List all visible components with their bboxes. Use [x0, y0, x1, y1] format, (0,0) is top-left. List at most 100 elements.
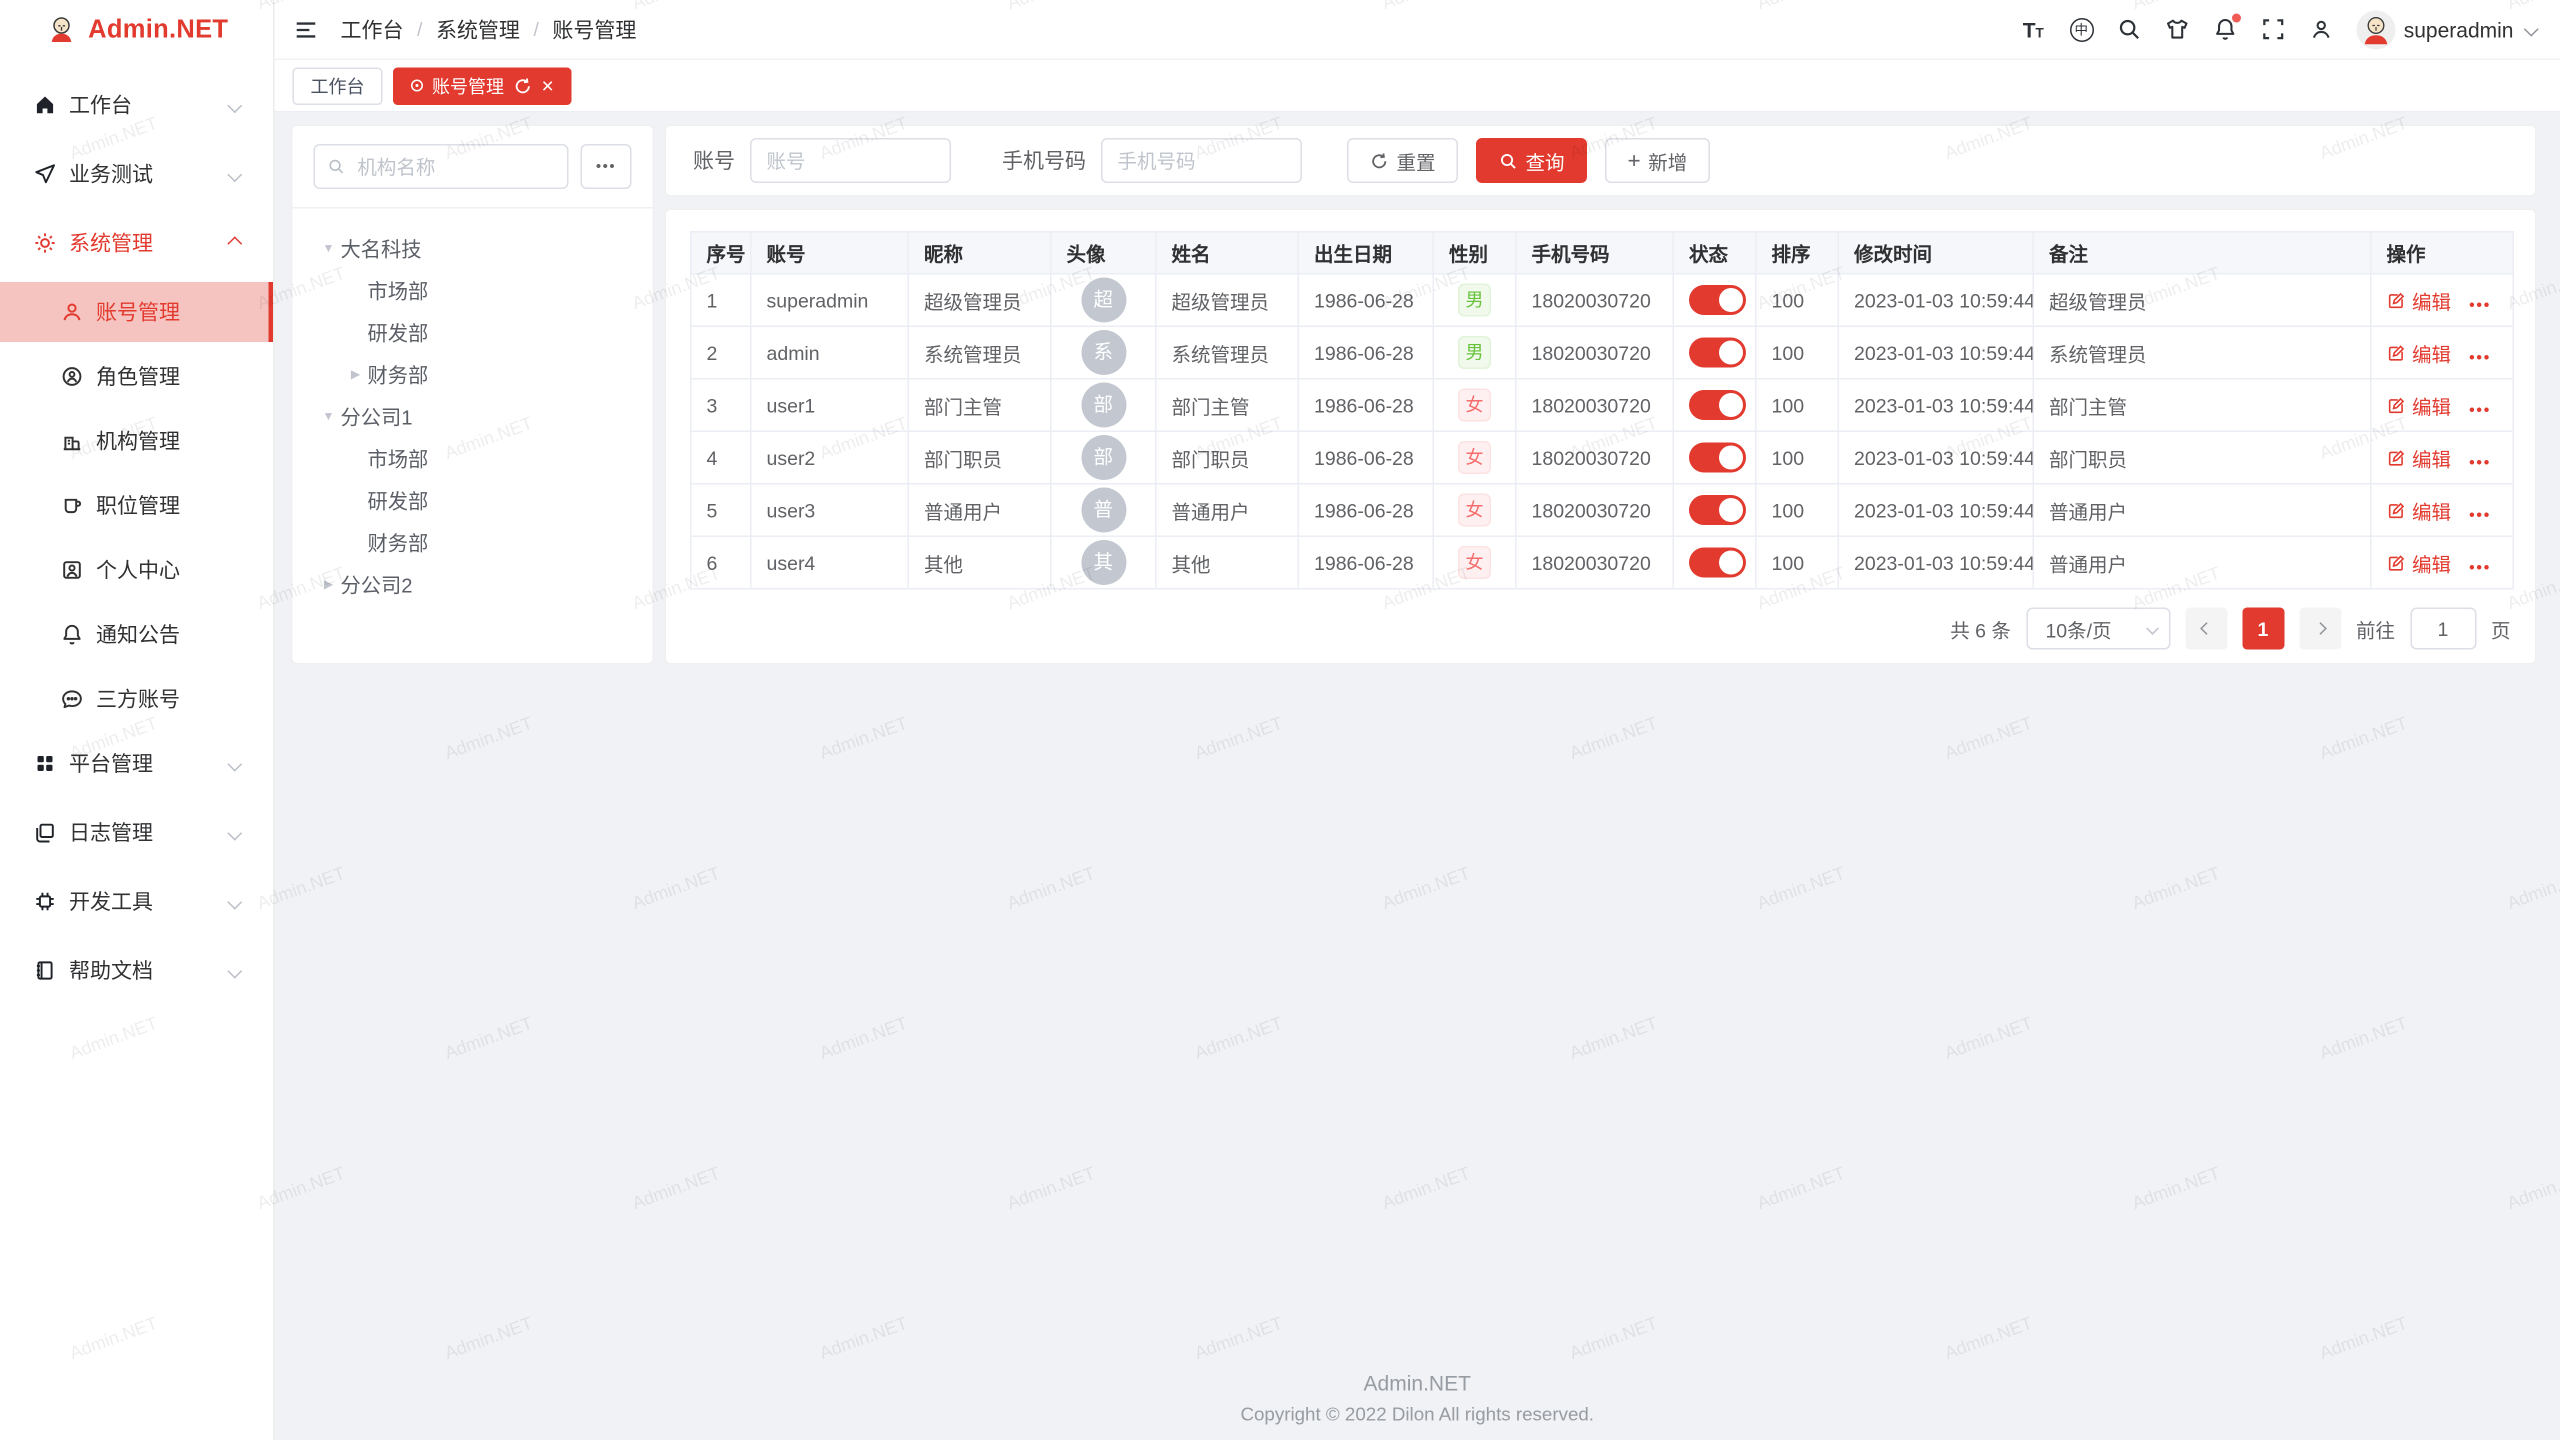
- status-toggle[interactable]: [1689, 338, 1746, 368]
- edit-button[interactable]: 编辑: [2387, 338, 2452, 367]
- account-table-panel: 序号 账号 昵称 头像 姓名 出生日期 性别 手机号码 状态 排序 修改时间: [665, 209, 2536, 665]
- sidebar-item-dev-tools[interactable]: 开发工具: [0, 872, 273, 932]
- refresh-icon[interactable]: [513, 76, 533, 96]
- sidebar-item-account-mgmt[interactable]: 账号管理: [0, 282, 273, 342]
- sidebar-item-label: 帮助文档: [69, 956, 153, 986]
- org-tree-header: •••: [293, 126, 653, 209]
- column-header: 修改时间: [1838, 232, 2033, 274]
- filter-bar: 账号 手机号码 重置 查询: [665, 125, 2536, 197]
- tree-node[interactable]: ▶分公司2: [302, 563, 644, 605]
- sidebar-item-label: 职位管理: [96, 491, 180, 521]
- tree-more-button[interactable]: •••: [581, 144, 632, 189]
- gender-badge: 女: [1458, 546, 1491, 579]
- sidebar-item-position-mgmt[interactable]: 职位管理: [0, 476, 273, 536]
- page-size-select[interactable]: 10条/页: [2026, 608, 2170, 650]
- theme-icon[interactable]: [2164, 16, 2191, 43]
- column-header: 账号: [751, 232, 909, 274]
- phone-input[interactable]: [1101, 138, 1302, 183]
- sidebar-item-personal-center[interactable]: 个人中心: [0, 540, 273, 600]
- query-button[interactable]: 查询: [1476, 138, 1587, 183]
- goto-page-input[interactable]: [2410, 608, 2476, 650]
- edit-button[interactable]: 编辑: [2387, 496, 2452, 525]
- tab-account-mgmt[interactable]: 账号管理 ×: [393, 67, 572, 105]
- column-header: 姓名: [1156, 232, 1299, 274]
- sidebar-item-system-mgmt[interactable]: 系统管理: [0, 213, 273, 273]
- search-icon[interactable]: [2116, 16, 2143, 43]
- tree-node[interactable]: 市场部: [302, 437, 644, 479]
- more-actions-icon[interactable]: •••: [2469, 349, 2491, 367]
- more-actions-icon[interactable]: •••: [2469, 401, 2491, 419]
- plus-icon: +: [1628, 149, 1641, 172]
- gender-badge: 男: [1458, 284, 1491, 317]
- next-page-button[interactable]: [2299, 608, 2341, 650]
- breadcrumb-item[interactable]: 工作台: [341, 14, 404, 44]
- gender-badge: 女: [1458, 441, 1491, 474]
- profile-icon[interactable]: [2308, 16, 2335, 43]
- filter-buttons: 重置 查询 + 新增: [1347, 138, 1710, 183]
- status-toggle[interactable]: [1689, 390, 1746, 420]
- logo[interactable]: Admin.NET: [0, 0, 273, 60]
- account-input[interactable]: [750, 138, 951, 183]
- logs-icon: [33, 821, 57, 845]
- tree-node[interactable]: 研发部: [302, 479, 644, 521]
- org-search-input[interactable]: [354, 154, 555, 180]
- breadcrumb-item[interactable]: 系统管理: [436, 14, 520, 44]
- status-toggle[interactable]: [1689, 548, 1746, 578]
- sidebar-item-notice[interactable]: 通知公告: [0, 605, 273, 665]
- more-actions-icon[interactable]: •••: [2469, 454, 2491, 472]
- tree-node[interactable]: 市场部: [302, 269, 644, 311]
- edit-button[interactable]: 编辑: [2387, 391, 2452, 420]
- more-actions-icon[interactable]: •••: [2469, 506, 2491, 524]
- user-dropdown[interactable]: superadmin: [2356, 10, 2536, 49]
- reset-button[interactable]: 重置: [1347, 138, 1458, 183]
- sidebar-item-label: 通知公告: [96, 620, 180, 650]
- caret-collapsed-icon[interactable]: ▶: [317, 577, 341, 591]
- avatar: 其: [1081, 540, 1126, 585]
- tree-node[interactable]: ▼大名科技: [302, 227, 644, 269]
- sidebar: Admin.NET 工作台 业务测试: [0, 0, 275, 1440]
- sidebar-item-role-mgmt[interactable]: 角色管理: [0, 347, 273, 407]
- add-button[interactable]: + 新增: [1605, 138, 1710, 183]
- caret-expanded-icon[interactable]: ▼: [317, 241, 341, 255]
- close-icon[interactable]: ×: [542, 75, 554, 96]
- edit-icon: [2387, 553, 2407, 573]
- sidebar-item-log-mgmt[interactable]: 日志管理: [0, 803, 273, 863]
- gender-badge: 女: [1458, 494, 1491, 527]
- edit-button[interactable]: 编辑: [2387, 548, 2452, 577]
- language-icon[interactable]: 中: [2068, 16, 2095, 43]
- tab-workbench[interactable]: 工作台: [293, 67, 383, 105]
- edit-button[interactable]: 编辑: [2387, 443, 2452, 472]
- header-actions: TT 中: [2020, 10, 2536, 49]
- tree-node[interactable]: 研发部: [302, 311, 644, 353]
- sidebar-item-thirdparty-account[interactable]: 三方账号: [0, 669, 273, 729]
- sidebar-item-biz-test[interactable]: 业务测试: [0, 144, 273, 204]
- fullscreen-icon[interactable]: [2260, 16, 2287, 43]
- status-toggle[interactable]: [1689, 495, 1746, 525]
- edit-button[interactable]: 编辑: [2387, 286, 2452, 315]
- sidebar-item-label: 日志管理: [69, 818, 153, 848]
- status-toggle[interactable]: [1689, 443, 1746, 473]
- status-toggle[interactable]: [1689, 285, 1746, 315]
- caret-collapsed-icon[interactable]: ▶: [344, 367, 368, 381]
- more-actions-icon[interactable]: •••: [2469, 296, 2491, 314]
- edit-icon: [2387, 448, 2407, 468]
- chevron-down-icon: [227, 98, 242, 113]
- tree-node[interactable]: 财务部: [302, 521, 644, 563]
- tree-node[interactable]: ▶财务部: [302, 353, 644, 395]
- caret-expanded-icon[interactable]: ▼: [317, 409, 341, 423]
- prev-page-button[interactable]: [2185, 608, 2227, 650]
- sidebar-item-workbench[interactable]: 工作台: [0, 75, 273, 135]
- sidebar-item-org-mgmt[interactable]: 机构管理: [0, 411, 273, 471]
- sidebar-item-platform-mgmt[interactable]: 平台管理: [0, 734, 273, 794]
- font-size-icon[interactable]: TT: [2020, 16, 2047, 43]
- current-page-button[interactable]: 1: [2242, 608, 2284, 650]
- more-actions-icon[interactable]: •••: [2469, 559, 2491, 577]
- tree-node[interactable]: ▼分公司1: [302, 395, 644, 437]
- sidebar-item-help-docs[interactable]: 帮助文档: [0, 941, 273, 1001]
- account-label: 账号: [693, 146, 735, 176]
- notification-bell-icon[interactable]: [2212, 16, 2239, 43]
- menu-fold-icon[interactable]: [293, 16, 320, 43]
- column-header: 手机号码: [1516, 232, 1674, 274]
- user-avatar: [2356, 10, 2395, 49]
- breadcrumb-item[interactable]: 账号管理: [552, 14, 636, 44]
